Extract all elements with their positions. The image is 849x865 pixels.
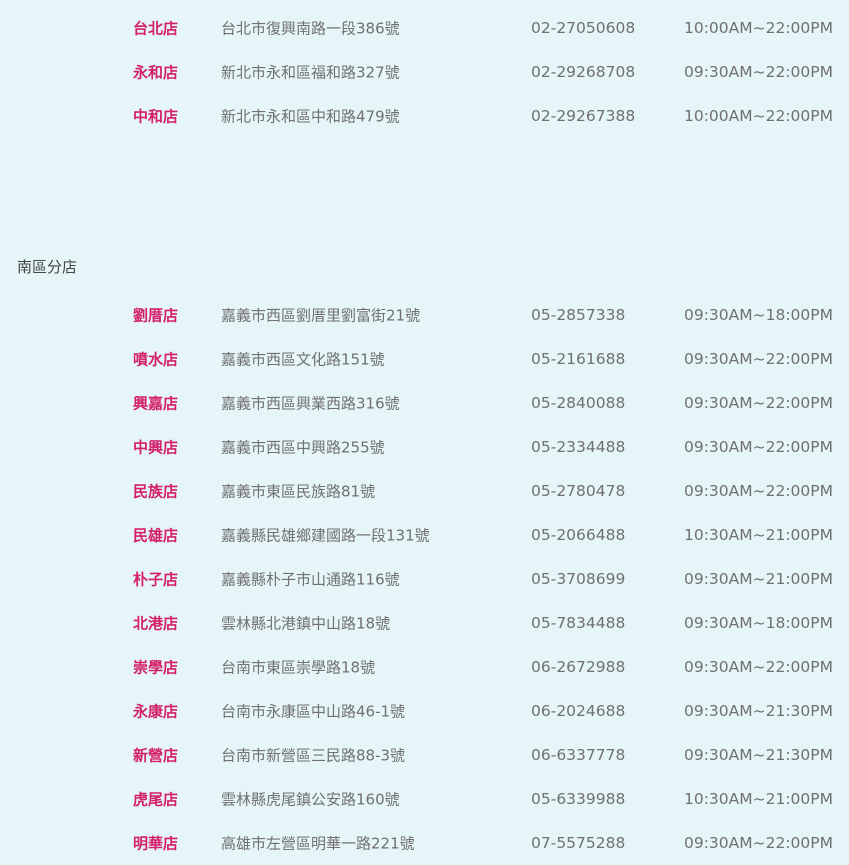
store-address: 台南市新營區三民路88-3號	[221, 746, 406, 765]
store-row: 永和店 新北市永和區福和路327號 02-29268708 09:30AM~22…	[0, 50, 849, 94]
store-phone: 05-6339988	[531, 790, 626, 808]
store-row: 崇學店 台南市東區崇學路18號 06-2672988 09:30AM~22:00…	[0, 645, 849, 689]
store-hours: 09:30AM~22:00PM	[683, 482, 833, 500]
section-title-south: 南區分店	[17, 258, 78, 276]
store-address: 嘉義市西區興業西路316號	[221, 394, 400, 413]
store-name: 噴水店	[133, 350, 179, 369]
store-row: 北港店 雲林縣北港鎮中山路18號 05-7834488 09:30AM~18:0…	[0, 601, 849, 645]
store-name: 北港店	[133, 614, 179, 633]
store-row: 新營店 台南市新營區三民路88-3號 06-6337778 09:30AM~21…	[0, 733, 849, 777]
store-address: 嘉義市東區民族路81號	[221, 482, 376, 501]
store-row: 興嘉店 嘉義市西區興業西路316號 05-2840088 09:30AM~22:…	[0, 381, 849, 425]
store-phone: 05-7834488	[531, 614, 626, 632]
store-row: 明華店 高雄市左營區明華一路221號 07-5575288 09:30AM~22…	[0, 821, 849, 865]
store-address: 雲林縣北港鎮中山路18號	[221, 614, 391, 633]
store-hours: 09:30AM~18:00PM	[683, 306, 833, 324]
store-row: 台北店 台北市復興南路一段386號 02-27050608 10:00AM~22…	[0, 6, 849, 50]
store-phone: 05-2780478	[531, 482, 626, 500]
store-row: 噴水店 嘉義市西區文化路151號 05-2161688 09:30AM~22:0…	[0, 337, 849, 381]
store-name: 中和店	[133, 107, 179, 126]
store-name: 永康店	[133, 702, 179, 721]
store-hours: 09:30AM~21:30PM	[683, 746, 833, 764]
store-name: 台北店	[133, 19, 179, 38]
store-hours: 09:30AM~22:00PM	[683, 658, 833, 676]
store-name: 新營店	[133, 746, 179, 765]
store-address: 台南市東區崇學路18號	[221, 658, 376, 677]
store-address: 嘉義縣民雄鄉建國路一段131號	[221, 526, 430, 545]
store-name: 崇學店	[133, 658, 179, 677]
store-phone: 05-2840088	[531, 394, 626, 412]
store-phone: 05-2066488	[531, 526, 626, 544]
store-address: 新北市永和區福和路327號	[221, 63, 400, 82]
store-name: 興嘉店	[133, 394, 179, 413]
store-hours: 10:30AM~21:00PM	[683, 790, 833, 808]
store-phone: 05-3708699	[531, 570, 626, 588]
store-hours: 10:00AM~22:00PM	[683, 19, 833, 37]
store-address: 嘉義市西區中興路255號	[221, 438, 385, 457]
store-name: 中興店	[133, 438, 179, 457]
store-row: 中和店 新北市永和區中和路479號 02-29267388 10:00AM~22…	[0, 94, 849, 138]
store-row: 朴子店 嘉義縣朴子市山通路116號 05-3708699 09:30AM~21:…	[0, 557, 849, 601]
store-hours: 09:30AM~22:00PM	[683, 394, 833, 412]
store-name: 明華店	[133, 834, 179, 853]
store-address: 雲林縣虎尾鎮公安路160號	[221, 790, 400, 809]
store-row: 永康店 台南市永康區中山路46-1號 06-2024688 09:30AM~21…	[0, 689, 849, 733]
store-phone: 02-29267388	[531, 107, 636, 125]
store-name: 永和店	[133, 63, 179, 82]
store-name: 民雄店	[133, 526, 179, 545]
store-hours: 09:30AM~22:00PM	[683, 834, 833, 852]
store-phone: 06-2672988	[531, 658, 626, 676]
store-hours: 09:30AM~22:00PM	[683, 350, 833, 368]
store-phone: 02-27050608	[531, 19, 636, 37]
store-name: 劉厝店	[133, 306, 179, 325]
store-address: 嘉義市西區文化路151號	[221, 350, 385, 369]
store-name: 虎尾店	[133, 790, 179, 809]
store-hours: 09:30AM~22:00PM	[683, 63, 833, 81]
store-phone: 06-6337778	[531, 746, 626, 764]
store-phone: 02-29268708	[531, 63, 636, 81]
store-address: 嘉義縣朴子市山通路116號	[221, 570, 400, 589]
store-phone: 05-2857338	[531, 306, 626, 324]
south-store-list: 劉厝店 嘉義市西區劉厝里劉富街21號 05-2857338 09:30AM~18…	[0, 293, 849, 865]
store-address: 新北市永和區中和路479號	[221, 107, 400, 126]
store-address: 嘉義市西區劉厝里劉富街21號	[221, 306, 421, 325]
store-row: 民族店 嘉義市東區民族路81號 05-2780478 09:30AM~22:00…	[0, 469, 849, 513]
store-phone: 05-2161688	[531, 350, 626, 368]
store-hours: 09:30AM~22:00PM	[683, 438, 833, 456]
store-hours: 10:00AM~22:00PM	[683, 107, 833, 125]
store-address: 台南市永康區中山路46-1號	[221, 702, 406, 721]
store-row: 民雄店 嘉義縣民雄鄉建國路一段131號 05-2066488 10:30AM~2…	[0, 513, 849, 557]
store-address: 台北市復興南路一段386號	[221, 19, 400, 38]
store-phone: 05-2334488	[531, 438, 626, 456]
store-name: 民族店	[133, 482, 179, 501]
store-hours: 09:30AM~21:30PM	[683, 702, 833, 720]
store-hours: 10:30AM~21:00PM	[683, 526, 833, 544]
store-row: 中興店 嘉義市西區中興路255號 05-2334488 09:30AM~22:0…	[0, 425, 849, 469]
store-address: 高雄市左營區明華一路221號	[221, 834, 415, 853]
store-hours: 09:30AM~21:00PM	[683, 570, 833, 588]
store-phone: 07-5575288	[531, 834, 626, 852]
store-hours: 09:30AM~18:00PM	[683, 614, 833, 632]
store-row: 劉厝店 嘉義市西區劉厝里劉富街21號 05-2857338 09:30AM~18…	[0, 293, 849, 337]
store-name: 朴子店	[133, 570, 179, 589]
store-row: 虎尾店 雲林縣虎尾鎮公安路160號 05-6339988 10:30AM~21:…	[0, 777, 849, 821]
store-phone: 06-2024688	[531, 702, 626, 720]
north-store-list: 台北店 台北市復興南路一段386號 02-27050608 10:00AM~22…	[0, 6, 849, 138]
